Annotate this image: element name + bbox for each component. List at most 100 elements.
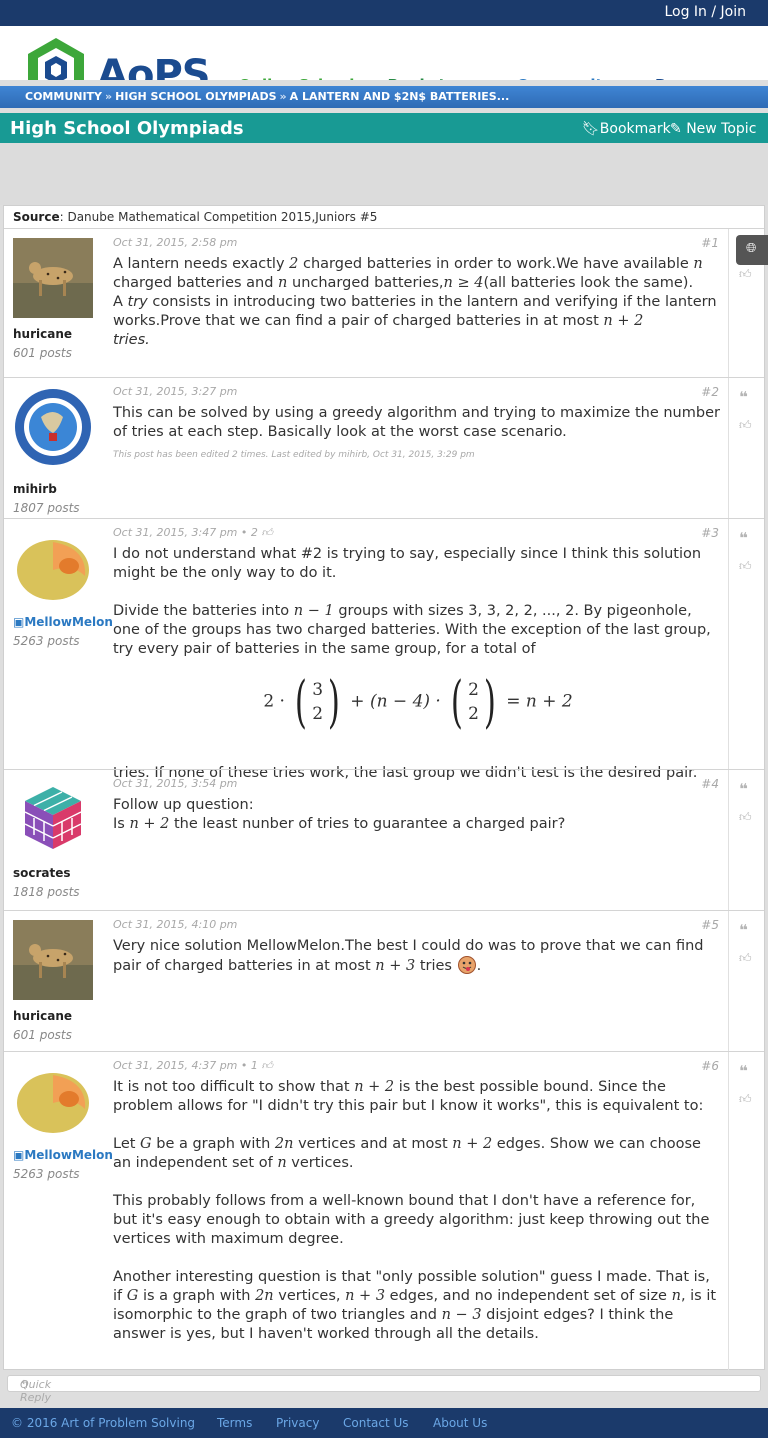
math-inline: n [671, 1288, 681, 1304]
math-inline: n + 3 [345, 1288, 386, 1304]
avatar[interactable] [13, 920, 93, 1000]
post-count: 1807 posts [13, 501, 80, 515]
post-number[interactable]: #5 [701, 918, 719, 932]
thumbs-up-icon[interactable]: 👍︎ [739, 951, 752, 966]
post-text: Is [113, 816, 130, 832]
source-label: Source [13, 210, 60, 224]
math-inline: G [126, 1288, 139, 1304]
math-inline: 2n [274, 1136, 294, 1152]
footer-about-link[interactable]: About Us [433, 1416, 487, 1430]
post-body: This can be solved by using a greedy alg… [113, 404, 723, 465]
bookmark-button[interactable]: 🔖︎Bookmark [582, 121, 671, 137]
post-actions: ❝ 👍︎ [728, 378, 764, 518]
breadcrumb-forum[interactable]: HIGH SCHOOL OLYMPIADS [115, 90, 276, 103]
new-topic-button[interactable]: ✎ New Topic [670, 121, 756, 137]
math-term: = n + 2 [506, 691, 573, 712]
post-text-italic: tries. [113, 332, 150, 348]
thumbs-up-icon[interactable]: 👍︎ [739, 267, 752, 282]
edit-icon: ✎ [670, 121, 687, 137]
breadcrumb-separator: » [105, 90, 113, 103]
thumbs-up-icon[interactable]: 👍︎ [739, 1092, 752, 1107]
footer-terms-link[interactable]: Terms [217, 1416, 252, 1430]
avatar[interactable] [13, 779, 93, 859]
post-text: be a graph with [151, 1136, 275, 1152]
math-term: 2 [468, 680, 479, 700]
post-text: This can be solved by using a greedy alg… [113, 405, 720, 440]
username[interactable]: mihirb [13, 482, 57, 496]
footer-contact-link[interactable]: Contact Us [343, 1416, 409, 1430]
top-bar: Log In / Join [0, 0, 768, 26]
quote-icon[interactable]: ❝ [739, 1062, 748, 1080]
post: huricane 601 posts Oct 31, 2015, 2:58 pm… [4, 228, 764, 377]
post-text: edges, and no independent set of size [385, 1288, 672, 1304]
quick-reply-button[interactable]: ↰ Quick Reply [7, 1375, 761, 1404]
post-number[interactable]: #1 [701, 236, 719, 250]
username[interactable]: ▣MellowMelon [13, 1148, 113, 1162]
quote-icon[interactable]: ❝ [739, 921, 748, 939]
post-actions: ❝ 👍︎ [728, 519, 764, 769]
breadcrumb-separator: » [279, 90, 287, 103]
breadcrumb-community[interactable]: COMMUNITY [25, 90, 102, 103]
quote-icon[interactable]: ❝ [739, 780, 748, 798]
ad-area [0, 143, 768, 205]
post-text: Divide the batteries into [113, 603, 294, 619]
post-actions: ❝ 👍︎ [728, 911, 764, 1051]
post-text: This probably follows from a well-known … [113, 1193, 710, 1247]
avatar[interactable] [13, 238, 93, 318]
post-timestamp[interactable]: Oct 31, 2015, 3:27 pm [113, 385, 237, 398]
post-number[interactable]: #2 [701, 385, 719, 399]
post-timestamp[interactable]: Oct 31, 2015, 3:47 pm • 2 👍︎ [113, 526, 273, 539]
username[interactable]: huricane [13, 327, 72, 341]
post-actions: ❝ 👍︎ [728, 770, 764, 910]
globe-tab[interactable]: 🌐︎ [736, 235, 768, 265]
post-text: A lantern needs exactly [113, 256, 290, 272]
post-timestamp[interactable]: Oct 31, 2015, 2:58 pm [113, 236, 237, 249]
post-text: I do not understand what #2 is trying to… [113, 546, 702, 581]
post-number[interactable]: #6 [701, 1059, 719, 1073]
post-text: It is not too difficult to show that [113, 1079, 355, 1095]
math-display: 2 · (3 2) + (n − 4) · (2 2) = n + 2 [263, 669, 573, 735]
edit-note: This post has been edited 2 times. Last … [113, 450, 475, 460]
username[interactable]: socrates [13, 866, 71, 880]
thumbs-up-icon: 👍︎ [261, 526, 273, 539]
post-timestamp[interactable]: Oct 31, 2015, 4:37 pm • 1 👍︎ [113, 1059, 273, 1072]
post-timestamp[interactable]: Oct 31, 2015, 4:10 pm [113, 918, 237, 931]
post: socrates 1818 posts Oct 31, 2015, 3:54 p… [4, 769, 764, 910]
site-header: AoPS Online School Bookstore Community R… [0, 26, 768, 108]
thumbs-up-icon[interactable]: 👍︎ [739, 559, 752, 574]
thumbs-up-icon[interactable]: 👍︎ [739, 810, 752, 825]
post: ▣MellowMelon 5263 posts Oct 31, 2015, 4:… [4, 1051, 764, 1371]
thumbs-up-icon[interactable]: 👍︎ [739, 418, 752, 433]
avatar[interactable] [13, 528, 93, 608]
forum-title[interactable]: High School Olympiads [10, 118, 244, 139]
post: mihirb 1807 posts Oct 31, 2015, 3:27 pm … [4, 377, 764, 518]
post-count: 5263 posts [13, 634, 80, 648]
quote-icon[interactable]: ❝ [739, 388, 748, 406]
post-text: Follow up question: [113, 797, 254, 813]
username[interactable]: huricane [13, 1009, 72, 1023]
post-text: tries [415, 958, 457, 974]
math-inline: 2 [289, 256, 299, 272]
post-body: A lantern needs exactly 2 charged batter… [113, 255, 723, 350]
post-body: It is not too difficult to show that n +… [113, 1078, 723, 1344]
username[interactable]: ▣MellowMelon [13, 615, 113, 629]
avatar[interactable] [13, 387, 93, 467]
login-link[interactable]: Log In / Join [664, 4, 746, 20]
post: huricane 601 posts Oct 31, 2015, 4:10 pm… [4, 910, 764, 1051]
site-footer: © 2016 Art of Problem Solving Terms Priv… [0, 1408, 768, 1438]
tongue-smiley-icon [457, 956, 476, 974]
post-text: . [476, 958, 482, 974]
quote-icon[interactable]: ❝ [739, 529, 748, 547]
post-count: 1818 posts [13, 885, 80, 899]
math-term: 2 [312, 704, 324, 724]
topic-container: Source: Danube Mathematical Competition … [3, 205, 765, 1371]
post-timestamp[interactable]: Oct 31, 2015, 3:54 pm [113, 777, 237, 790]
avatar[interactable] [13, 1061, 93, 1141]
post-text: charged batteries and [113, 275, 279, 291]
post-number[interactable]: #3 [701, 526, 719, 540]
post-number[interactable]: #4 [701, 777, 719, 791]
footer-privacy-link[interactable]: Privacy [276, 1416, 319, 1430]
math-inline: 2n [255, 1288, 274, 1304]
post-body: Very nice solution MellowMelon.The best … [113, 937, 723, 976]
math-inline: n + 3 [375, 958, 416, 974]
